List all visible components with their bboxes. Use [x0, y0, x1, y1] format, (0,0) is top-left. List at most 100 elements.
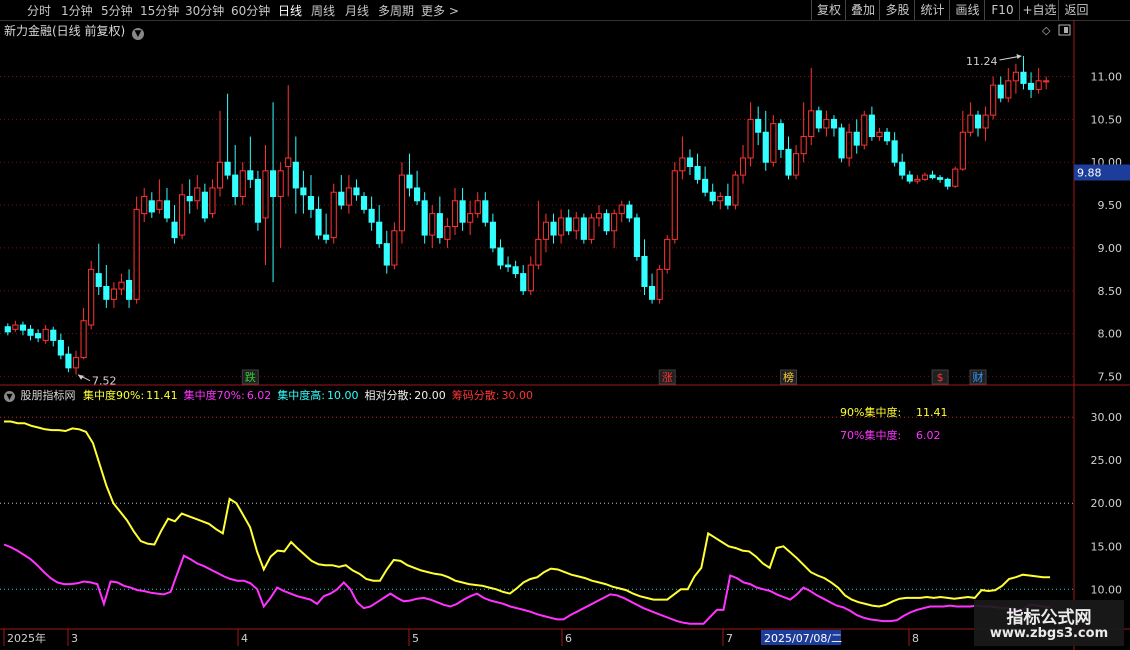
event-marker[interactable]: $	[937, 371, 944, 384]
date-tick-label: 2025年	[7, 631, 46, 645]
candle-body	[762, 131, 769, 163]
candle-body	[57, 339, 64, 356]
candle	[436, 196, 443, 244]
candle	[467, 200, 474, 236]
candle	[224, 93, 231, 180]
date-tick-label: 3	[71, 632, 78, 645]
candle-body	[565, 217, 572, 232]
candle-body	[163, 200, 171, 219]
candle-body	[739, 157, 747, 176]
candle	[186, 179, 193, 214]
date-badge: 2025/07/08/二	[764, 632, 842, 645]
diamond-icon[interactable]: ◇	[1042, 24, 1051, 37]
candle	[118, 273, 125, 296]
candle-body	[686, 157, 694, 168]
stock-chart: 11.00 10.50 10.00 9.50 9.00 8.50 8.00 7.50 30.00…	[0, 20, 1130, 650]
candle	[65, 346, 72, 373]
candle-body	[179, 194, 186, 236]
event-marker[interactable]: 跌	[245, 370, 256, 384]
event-marker[interactable]: 榜	[783, 370, 794, 384]
candle	[982, 106, 989, 141]
event-marker[interactable]: 财	[972, 370, 983, 384]
candle-body	[110, 288, 117, 300]
candle-body	[277, 170, 284, 198]
indicator-item-value: 30.00	[501, 389, 533, 402]
candle	[421, 192, 428, 244]
candle-body	[292, 161, 299, 189]
candle	[686, 149, 694, 176]
candle	[914, 175, 921, 184]
candle-body	[391, 230, 398, 266]
indicator-item-2: 集中度高: 10.00	[277, 389, 358, 402]
candle	[110, 282, 117, 308]
indicator-tick-label: 15.00	[1091, 540, 1123, 553]
candle	[808, 67, 815, 146]
indicator-item-value: 11.41	[146, 389, 178, 402]
candle-body	[974, 114, 982, 129]
candle-body	[12, 324, 19, 330]
candle	[679, 136, 686, 180]
candle-body	[853, 131, 860, 146]
candle-body	[398, 174, 406, 232]
candle	[360, 192, 368, 214]
candle	[520, 265, 527, 296]
candle-body	[944, 178, 951, 187]
candle	[724, 183, 731, 210]
candle-body	[777, 123, 784, 150]
candle-body	[921, 174, 929, 180]
candle	[823, 110, 830, 137]
candle	[156, 179, 163, 214]
price-tick-label: 9.00	[1098, 242, 1123, 255]
indicator-item-value: 20.00	[414, 389, 446, 402]
event-marker[interactable]: 涨	[662, 371, 673, 384]
candle	[838, 123, 845, 163]
candle-body	[330, 191, 337, 239]
indicator-item-label: 集中度70%:	[183, 389, 245, 402]
candle	[891, 132, 898, 167]
candle	[997, 76, 1004, 103]
candle	[201, 183, 208, 223]
candle	[899, 153, 906, 180]
candle-body	[300, 187, 307, 196]
candle	[254, 170, 261, 231]
candle-body	[224, 161, 231, 176]
chevron-down-icon[interactable]: ▼	[4, 391, 15, 402]
candle	[921, 172, 929, 182]
candle-body	[133, 208, 140, 300]
candle-body	[1035, 80, 1042, 90]
date-tick-label: 5	[412, 632, 419, 645]
candle-body	[914, 178, 921, 182]
candle-body	[50, 329, 57, 341]
candle-body	[323, 234, 330, 240]
price-badge: 9.88	[1077, 167, 1102, 180]
price-tick-label: 8.50	[1098, 285, 1123, 298]
candle	[558, 209, 565, 244]
candle-body	[4, 326, 11, 333]
candle-body	[755, 118, 762, 133]
candle-body	[376, 221, 383, 245]
candle	[535, 200, 542, 270]
candle	[42, 325, 49, 344]
candle-body	[883, 131, 891, 142]
candle	[633, 213, 640, 261]
candle-body	[489, 221, 496, 249]
series-line-1	[3, 543, 1051, 625]
candle	[853, 119, 860, 154]
candle-body	[307, 196, 315, 210]
candle	[239, 162, 246, 206]
candle	[391, 222, 398, 270]
candle	[383, 230, 390, 274]
candle	[1012, 63, 1019, 94]
price-tick-label: 8.00	[1098, 328, 1123, 341]
candle-body	[338, 191, 345, 206]
candle-body	[800, 136, 807, 155]
candle-body	[19, 324, 27, 331]
candle	[209, 179, 216, 218]
indicator-item-label: 筹码分散:	[451, 389, 500, 402]
candle	[103, 265, 110, 308]
candle	[504, 256, 512, 272]
candle	[618, 200, 625, 223]
candle	[482, 192, 489, 227]
candle	[542, 213, 550, 253]
candle	[451, 187, 459, 236]
